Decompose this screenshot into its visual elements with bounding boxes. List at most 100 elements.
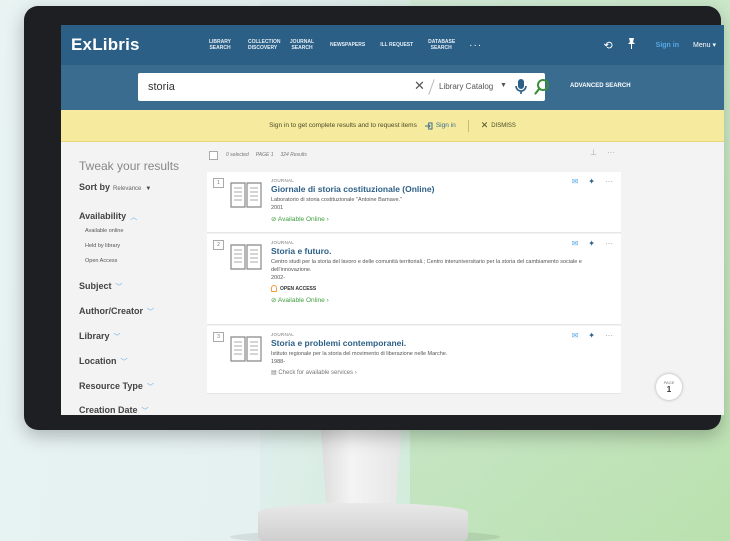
nav-more-icon[interactable]: ··· [469, 40, 482, 51]
select-all-checkbox[interactable] [209, 150, 218, 160]
resource-type: JOURNAL [271, 178, 295, 183]
microphone-icon[interactable] [514, 78, 528, 96]
facet-held-by-library[interactable]: Held by library [85, 243, 120, 249]
history-icon[interactable]: ⟲ [603, 39, 612, 52]
facet-subject[interactable]: Subject ﹀ [79, 281, 123, 292]
banner-sign-in-link[interactable]: Sign in [424, 122, 456, 130]
page-badge[interactable]: PAGE 1 [656, 374, 682, 400]
availability-link[interactable]: ⊘ Available Online › [271, 296, 591, 304]
nav-library-search[interactable]: LIBRARY SEARCH [207, 39, 233, 51]
nav-database-search[interactable]: DATABASE SEARCH [428, 39, 455, 51]
result-title[interactable]: Storia e problemi contemporanei. [271, 338, 591, 348]
page-indicator: PAGE 1 [255, 152, 274, 158]
facet-subject-label: Subject [79, 281, 112, 291]
pin-all-icon[interactable]: ⊥ [590, 148, 597, 157]
facet-open-access[interactable]: Open Access [85, 258, 117, 264]
facet-author-creator[interactable]: Author/Creator ﹀ [79, 306, 154, 317]
result-title[interactable]: Giornale di storia costituzionale (Onlin… [271, 184, 591, 194]
email-icon[interactable]: ✉ [572, 331, 579, 340]
selected-count: 0 selected [226, 152, 249, 158]
monitor-stand-base [258, 503, 468, 541]
main-content: Tweak your results Sort by Relevance ▼ Ava… [61, 142, 724, 415]
result-author: Laboratorio di storia costituzionale "An… [271, 197, 403, 203]
results-toolbar-actions: ⊥ ··· [590, 148, 615, 157]
sort-chevron-down-icon: ▼ [145, 186, 152, 192]
menu-button[interactable]: Menu ▾ [693, 41, 716, 49]
facet-availability-label: Availability [79, 211, 127, 221]
scope-chevron-down-icon[interactable]: ▼ [500, 82, 507, 89]
result-actions: ✉ ✦ ··· [572, 177, 613, 186]
dismiss-button[interactable]: ✕ DISMISS [481, 120, 516, 131]
nav-ill-request[interactable]: ILL REQUEST [380, 42, 413, 48]
resource-type: JOURNAL [271, 332, 295, 337]
nav-newspapers[interactable]: NEWSPAPERS [330, 42, 365, 48]
availability-label: Available Online [277, 216, 325, 223]
nav-journal-search[interactable]: JOURNAL SEARCH [289, 39, 315, 51]
chevron-down-icon: ﹀ [115, 284, 123, 291]
advanced-search-link[interactable]: ADVANCED SEARCH [570, 83, 631, 89]
sort-by-control[interactable]: Sort by Relevance ▼ [79, 182, 151, 192]
result-number: 3 [213, 332, 224, 342]
journal-icon [230, 244, 262, 270]
signin-banner: Sign in to get complete results and to r… [61, 110, 724, 142]
pin-icon[interactable]: ✦ [588, 177, 595, 186]
search-input[interactable] [148, 81, 398, 93]
facet-location[interactable]: Location ﹀ [79, 356, 128, 367]
result-body: JOURNAL Giornale di storia costituzional… [271, 178, 591, 223]
result-body: JOURNAL Storia e problemi contemporanei.… [271, 332, 591, 376]
sign-in-link[interactable]: Sign in [656, 42, 679, 49]
facet-library[interactable]: Library ﹀ [79, 331, 121, 342]
result-title[interactable]: Storia e futuro. [271, 246, 591, 256]
facet-available-online[interactable]: Available online [85, 228, 123, 234]
more-options-icon[interactable]: ··· [605, 239, 613, 248]
pin-icon[interactable]: ✦ [588, 239, 595, 248]
link-icon: ⊘ [271, 216, 277, 223]
open-access-icon [271, 285, 277, 292]
result-card[interactable]: 1 JOURNAL Giornale di storia costituzion… [207, 172, 621, 233]
result-card[interactable]: 3 JOURNAL Storia e problemi contemporane… [207, 326, 621, 394]
results-toolbar: 0 selected PAGE 1 324 Results [207, 145, 621, 165]
email-icon[interactable]: ✉ [572, 177, 579, 186]
close-icon: ✕ [480, 120, 489, 130]
journal-icon [230, 182, 262, 208]
brand-logo[interactable]: ExLibris [71, 35, 140, 55]
clear-icon[interactable]: ✕ [414, 78, 425, 94]
sort-by-label: Sort by [79, 182, 111, 192]
facet-author-label: Author/Creator [79, 306, 144, 316]
facet-availability[interactable]: Availability ︿ [79, 211, 137, 222]
more-options-icon[interactable]: ··· [605, 177, 613, 186]
email-icon[interactable]: ✉ [572, 239, 579, 248]
availability-link[interactable]: ⊘ Available Online › [271, 215, 591, 223]
check-services-link[interactable]: ▤ Check for available services › [271, 369, 591, 376]
more-options-icon[interactable]: ··· [605, 331, 613, 340]
link-icon: ⊘ [271, 297, 277, 304]
chevron-down-icon: ﹀ [146, 384, 154, 391]
result-number: 2 [213, 240, 224, 250]
more-options-icon[interactable]: ··· [607, 148, 615, 157]
result-actions: ✉ ✦ ··· [572, 239, 613, 248]
banner-text: Sign in to get complete results and to r… [269, 122, 417, 129]
search-scope-select[interactable]: Library Catalog [439, 82, 493, 91]
pin-icon[interactable] [627, 38, 636, 52]
availability-label: Available Online [277, 297, 325, 304]
search-icon[interactable] [534, 78, 550, 96]
result-year: 2001 [271, 205, 284, 211]
pin-icon[interactable]: ✦ [588, 331, 595, 340]
results-count: 324 Results [280, 152, 307, 158]
open-access-label: OPEN ACCESS [280, 285, 317, 292]
facet-resource-type-label: Resource Type [79, 381, 143, 391]
nav-collection-discovery[interactable]: COLLECTION DISCOVERY [248, 39, 281, 51]
facet-creation-date[interactable]: Creation Date ﹀ [79, 405, 149, 415]
main-nav: LIBRARY SEARCH COLLECTION DISCOVERY JOUR… [207, 25, 482, 65]
result-card[interactable]: 2 JOURNAL Storia e futuro. Centro studi … [207, 234, 621, 325]
facet-resource-type[interactable]: Resource Type ﹀ [79, 381, 154, 392]
monitor-frame: ExLibris LIBRARY SEARCH COLLECTION DISCO… [24, 6, 724, 430]
top-right-actions: ⟲ Sign in Menu ▾ [603, 25, 716, 65]
availability-label: Check for available services [278, 370, 354, 376]
facets-panel: Tweak your results Sort by Relevance ▼ Ava… [61, 142, 207, 415]
chevron-down-icon: ﹀ [141, 408, 149, 415]
banner-divider [467, 119, 469, 132]
result-author: Centro studi per la storia del lavoro e … [271, 259, 582, 273]
search-bar: ✕ Library Catalog ▼ ADVANCED SEARCH [61, 65, 724, 110]
result-number: 1 [213, 178, 224, 188]
